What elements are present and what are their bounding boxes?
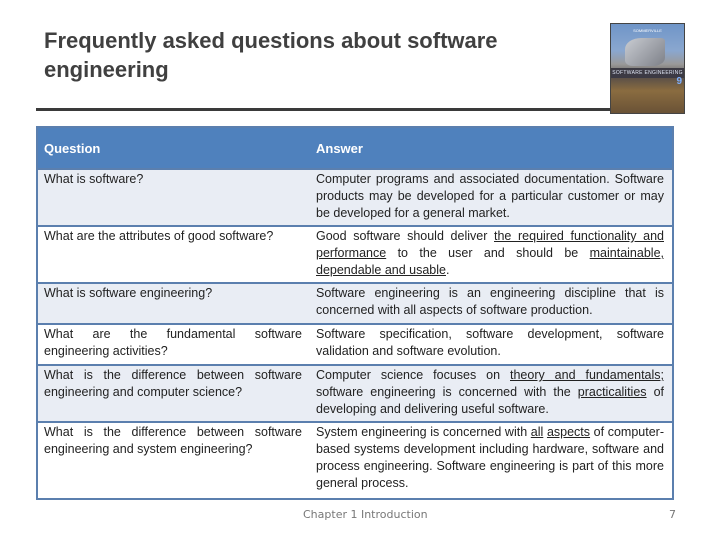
answer-text: Computer programs and associated documen… bbox=[316, 172, 664, 220]
answer-text: Computer science focuses on bbox=[316, 368, 510, 382]
table-row: What are the attributes of good software… bbox=[37, 225, 673, 283]
answer-cell: Good software should deliver the require… bbox=[310, 225, 673, 283]
answer-text: software engineering is concerned with t… bbox=[316, 385, 578, 399]
question-cell: What is software? bbox=[37, 168, 310, 226]
answer-text: System engineering is concerned with bbox=[316, 425, 531, 439]
answer-cell: Software specification, software develop… bbox=[310, 323, 673, 365]
underlined-text: all bbox=[530, 425, 544, 439]
cover-author: SOMMERVILLE bbox=[633, 28, 662, 33]
table-row: What is the difference between software … bbox=[37, 421, 673, 499]
footer-chapter-label: Chapter 1 Introduction bbox=[303, 508, 428, 521]
underlined-text: aspects bbox=[546, 425, 591, 439]
table-row: What is the difference between software … bbox=[37, 364, 673, 422]
answer-text: Software engineering is an engineering d… bbox=[316, 286, 664, 317]
column-header-answer: Answer bbox=[310, 127, 673, 169]
question-cell: What are the attributes of good software… bbox=[37, 225, 310, 283]
underlined-text: theory and fundamentals; bbox=[510, 368, 664, 382]
answer-cell: System engineering is concerned with all… bbox=[310, 421, 673, 499]
column-header-question: Question bbox=[37, 127, 310, 169]
table-row: What is software? Computer programs and … bbox=[37, 168, 673, 226]
question-cell: What is the difference between software … bbox=[37, 364, 310, 422]
underlined-text: performance bbox=[316, 246, 387, 260]
answer-cell: Software engineering is an engineering d… bbox=[310, 282, 673, 324]
question-cell: What is software engineering? bbox=[37, 282, 310, 324]
faq-table: Question Answer What is software? Comput… bbox=[36, 126, 674, 500]
cover-edition: 9 bbox=[676, 76, 682, 87]
answer-text: Good software should deliver bbox=[316, 229, 494, 243]
table-row: What is software engineering? Software e… bbox=[37, 282, 673, 324]
answer-cell: Computer programs and associated documen… bbox=[310, 168, 673, 226]
slide-title: Frequently asked questions about softwar… bbox=[44, 28, 498, 82]
cover-title: SOFTWARE ENGINEERING bbox=[611, 68, 684, 78]
table-row: What are the fundamental software engine… bbox=[37, 323, 673, 365]
table-header-row: Question Answer bbox=[37, 127, 673, 169]
underlined-text: the required functionality and bbox=[494, 229, 664, 243]
page-number: 7 bbox=[669, 508, 676, 521]
answer-text: to the user and should be bbox=[386, 246, 590, 260]
answer-text: . bbox=[445, 263, 450, 277]
title-divider bbox=[36, 108, 610, 111]
answer-text: Software specification, software develop… bbox=[316, 327, 664, 358]
question-cell: What is the difference between software … bbox=[37, 421, 310, 499]
answer-cell: Computer science focuses on theory and f… bbox=[310, 364, 673, 422]
book-cover-image: SOMMERVILLE SOFTWARE ENGINEERING 9 bbox=[610, 23, 685, 114]
cover-building-shape bbox=[625, 38, 665, 66]
underlined-text: practicalities bbox=[577, 385, 647, 399]
question-cell: What are the fundamental software engine… bbox=[37, 323, 310, 365]
